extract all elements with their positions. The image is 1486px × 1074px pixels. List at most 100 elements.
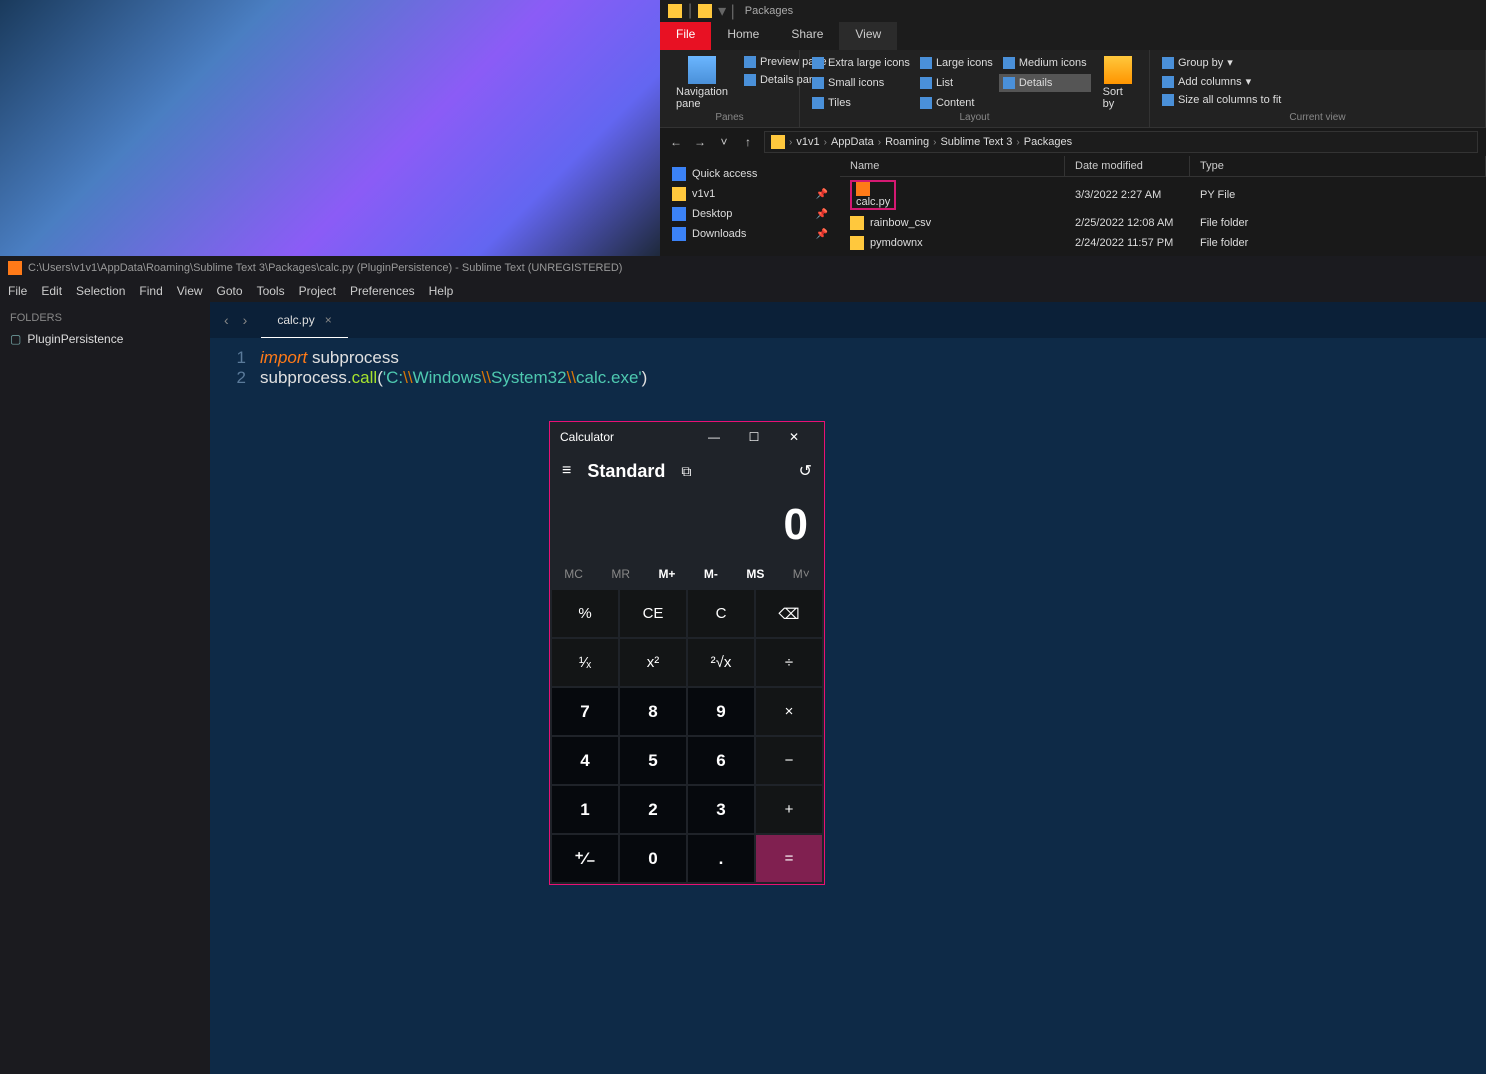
history-icon[interactable]: ↺: [799, 461, 812, 481]
calc-button-[interactable]: =: [756, 835, 822, 882]
tab-file[interactable]: File: [660, 22, 711, 50]
sidebar-downloads[interactable]: Downloads📌: [664, 224, 836, 244]
file-name: pymdownx: [870, 237, 923, 249]
pin-icon: 📌: [816, 189, 828, 200]
menu-edit[interactable]: Edit: [41, 284, 62, 298]
calc-button-[interactable]: ⌫: [756, 590, 822, 637]
up-button[interactable]: ↑: [740, 134, 756, 150]
breadcrumb[interactable]: AppData: [831, 136, 874, 148]
layout-tiles[interactable]: Tiles: [808, 94, 914, 112]
forward-button[interactable]: →: [692, 134, 708, 150]
file-row[interactable]: pymdownx2/24/2022 11:57 PMFile folder: [840, 233, 1486, 253]
calc-button-x[interactable]: ²√x: [688, 639, 754, 686]
mem-ms[interactable]: MS: [746, 567, 764, 581]
add-columns-button[interactable]: Add columns ▾: [1158, 73, 1477, 90]
back-button[interactable]: ←: [668, 134, 684, 150]
menu-project[interactable]: Project: [299, 284, 336, 298]
menu-view[interactable]: View: [177, 284, 203, 298]
size-columns-button[interactable]: Size all columns to fit: [1158, 92, 1477, 108]
layout-list[interactable]: List: [916, 74, 997, 92]
mem-mplus[interactable]: M+: [658, 567, 675, 581]
close-button[interactable]: ✕: [774, 422, 814, 452]
calc-button-7[interactable]: 7: [552, 688, 618, 735]
calc-button-0[interactable]: 0: [620, 835, 686, 882]
menu-help[interactable]: Help: [429, 284, 454, 298]
layout-content[interactable]: Content: [916, 94, 997, 112]
mem-mr[interactable]: MR: [611, 567, 630, 581]
breadcrumb[interactable]: v1v1: [796, 136, 819, 148]
col-name[interactable]: Name: [840, 156, 1065, 176]
recent-button[interactable]: ˅: [716, 134, 732, 150]
calculator-keypad: %CEC⌫ ¹⁄ₓx²²√x÷ 789× 456− 123+ ⁺⁄₋0.=: [550, 588, 824, 884]
minimize-button[interactable]: —: [694, 422, 734, 452]
calc-button-[interactable]: %: [552, 590, 618, 637]
calc-button-[interactable]: ×: [756, 688, 822, 735]
menu-file[interactable]: File: [8, 284, 27, 298]
calc-button-x[interactable]: x²: [620, 639, 686, 686]
breadcrumb[interactable]: Roaming: [885, 136, 929, 148]
calculator-window: Calculator — ☐ ✕ ≡ Standard ⧉ ↺ 0 MC MR …: [549, 421, 825, 885]
calc-button-1[interactable]: 1: [552, 786, 618, 833]
layout-medium-icons[interactable]: Medium icons: [999, 54, 1091, 72]
menu-tools[interactable]: Tools: [257, 284, 285, 298]
sidebar-desktop[interactable]: Desktop📌: [664, 204, 836, 224]
close-tab-icon[interactable]: ×: [325, 313, 332, 327]
layout-small-icons[interactable]: Small icons: [808, 74, 914, 92]
hamburger-icon[interactable]: ≡: [562, 462, 571, 480]
tab-back[interactable]: ‹: [224, 312, 229, 328]
mem-mminus[interactable]: M-: [704, 567, 718, 581]
calc-button-3[interactable]: 3: [688, 786, 754, 833]
calc-button-C[interactable]: C: [688, 590, 754, 637]
ribbon-group-panes-label: Panes: [668, 112, 791, 123]
mem-mlist[interactable]: M˅: [793, 567, 810, 581]
group-by-button[interactable]: Group by ▾: [1158, 54, 1477, 71]
calc-button-6[interactable]: 6: [688, 737, 754, 784]
calc-button-4[interactable]: 4: [552, 737, 618, 784]
menu-preferences[interactable]: Preferences: [350, 284, 415, 298]
tab-home[interactable]: Home: [711, 22, 775, 50]
menu-selection[interactable]: Selection: [76, 284, 125, 298]
breadcrumb-bar[interactable]: › v1v1› AppData› Roaming› Sublime Text 3…: [764, 131, 1478, 153]
calc-button-8[interactable]: 8: [620, 688, 686, 735]
calc-button-CE[interactable]: CE: [620, 590, 686, 637]
col-date[interactable]: Date modified: [1065, 156, 1190, 176]
menu-goto[interactable]: Goto: [217, 284, 243, 298]
sidebar-item[interactable]: v1v1📌: [664, 184, 836, 204]
calc-button-2[interactable]: 2: [620, 786, 686, 833]
tab-share[interactable]: Share: [775, 22, 839, 50]
layout-large-icons[interactable]: Large icons: [916, 54, 997, 72]
layout-details[interactable]: Details: [999, 74, 1091, 92]
calc-button-[interactable]: .: [688, 835, 754, 882]
calc-button-[interactable]: ⁺⁄₋: [552, 835, 618, 882]
tab-forward[interactable]: ›: [243, 312, 248, 328]
layout-xl-icons[interactable]: Extra large icons: [808, 54, 914, 72]
folders-heading: FOLDERS: [10, 312, 200, 324]
explorer-window: | ▾ | Packages File Home Share View Navi…: [660, 0, 1486, 256]
file-tab[interactable]: calc.py ×: [261, 302, 347, 338]
sort-by-button[interactable]: Sort by: [1095, 54, 1141, 112]
sidebar-folder-item[interactable]: ▢ PluginPersistence: [10, 332, 200, 346]
calc-button-9[interactable]: 9: [688, 688, 754, 735]
mem-mc[interactable]: MC: [564, 567, 583, 581]
maximize-button[interactable]: ☐: [734, 422, 774, 452]
desktop-wallpaper: [0, 0, 660, 256]
breadcrumb[interactable]: Packages: [1024, 136, 1072, 148]
calc-button-[interactable]: +: [756, 786, 822, 833]
calculator-titlebar[interactable]: Calculator — ☐ ✕: [550, 422, 824, 452]
menu-find[interactable]: Find: [139, 284, 162, 298]
navigation-pane-button[interactable]: Navigation pane: [668, 54, 736, 112]
keep-on-top-icon[interactable]: ⧉: [681, 463, 691, 480]
folder-icon: [672, 187, 686, 201]
calc-button-[interactable]: −: [756, 737, 822, 784]
breadcrumb[interactable]: Sublime Text 3: [940, 136, 1012, 148]
sidebar-quick-access[interactable]: Quick access: [664, 164, 836, 184]
tab-view[interactable]: View: [839, 22, 897, 50]
col-type[interactable]: Type: [1190, 156, 1486, 176]
star-icon: [672, 167, 686, 181]
calc-button-[interactable]: ÷: [756, 639, 822, 686]
file-row[interactable]: calc.py3/3/2022 2:27 AMPY File: [840, 177, 1486, 213]
calc-button-[interactable]: ¹⁄ₓ: [552, 639, 618, 686]
file-row[interactable]: rainbow_csv2/25/2022 12:08 AMFile folder: [840, 213, 1486, 233]
code-editor[interactable]: 1 import subprocess 2 subprocess.call('C…: [210, 338, 1486, 1074]
calc-button-5[interactable]: 5: [620, 737, 686, 784]
